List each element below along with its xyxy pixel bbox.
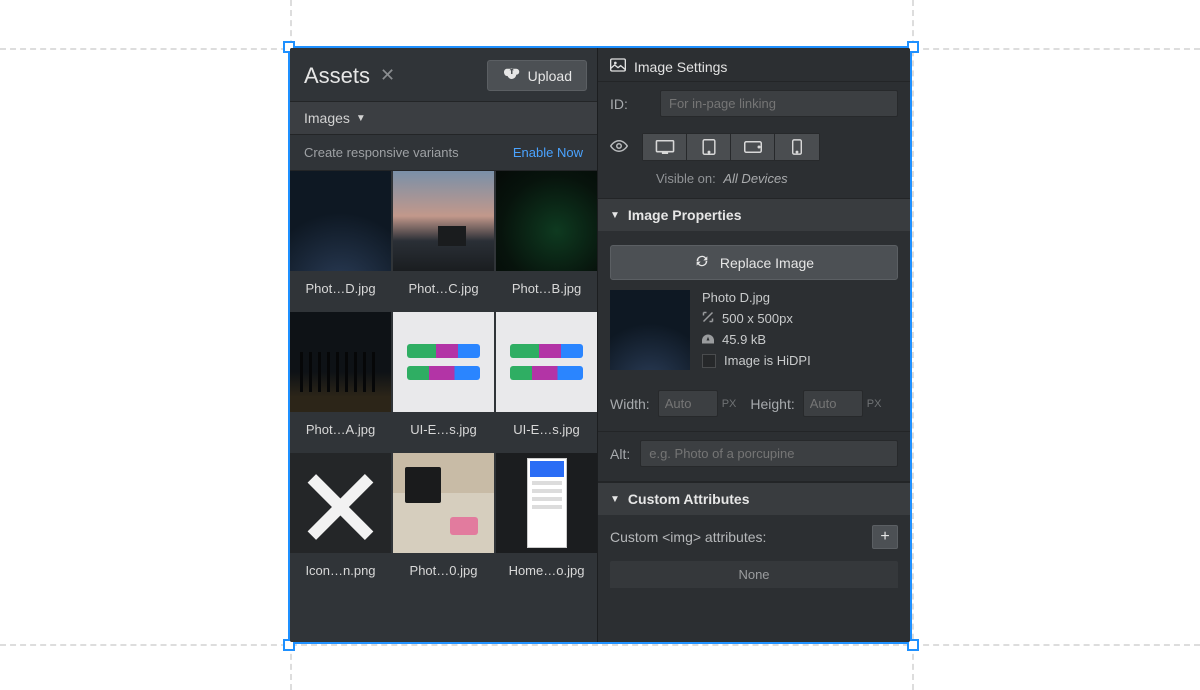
asset-thumbnail: [290, 171, 391, 271]
replace-image-button[interactable]: Replace Image: [610, 245, 898, 280]
chevron-down-icon: ▼: [610, 494, 620, 505]
asset-filename: Phot…C.jpg: [408, 271, 478, 310]
hidpi-checkbox[interactable]: [702, 354, 716, 368]
width-input[interactable]: [658, 390, 718, 417]
device-tablet-button[interactable]: [687, 134, 731, 160]
hidpi-label: Image is HiDPI: [724, 353, 811, 368]
asset-item[interactable]: UI-E…s.jpg: [393, 312, 494, 451]
asset-filename: Phot…0.jpg: [410, 553, 478, 592]
refresh-icon: [694, 254, 710, 271]
custom-attributes-header[interactable]: ▼ Custom Attributes: [598, 482, 910, 515]
asset-item[interactable]: Home…o.jpg: [496, 453, 597, 592]
asset-item[interactable]: Phot…A.jpg: [290, 312, 391, 451]
asset-filename: UI-E…s.jpg: [410, 412, 476, 451]
asset-item[interactable]: Phot…C.jpg: [393, 171, 494, 310]
width-label: Width:: [610, 396, 650, 412]
alt-row: Alt:: [598, 432, 910, 482]
id-label: ID:: [610, 96, 650, 112]
chevron-down-icon: ▼: [356, 113, 366, 124]
editor-panel: Assets ✕ Upload Images ▼ Create responsi…: [290, 48, 910, 642]
asset-thumbnail: [496, 312, 597, 412]
filesize-icon: [702, 332, 714, 347]
custom-attrs-empty: None: [610, 561, 898, 588]
section-title: Image Properties: [628, 207, 742, 223]
image-meta: Photo D.jpg 500 x 500px 45.9 kB Image is…: [598, 290, 910, 380]
guide-bottom: [0, 644, 1200, 646]
custom-attrs-label: Custom <img> attributes:: [610, 529, 766, 545]
meta-text: Photo D.jpg 500 x 500px 45.9 kB Image is…: [702, 290, 811, 370]
asset-thumbnail: [393, 312, 494, 412]
image-properties-header[interactable]: ▼ Image Properties: [598, 198, 910, 231]
meta-filesize: 45.9 kB: [722, 332, 766, 347]
asset-thumbnail: [496, 453, 597, 553]
asset-thumbnail: [290, 453, 391, 553]
assets-grid: Phot…D.jpg Phot…C.jpg Phot…B.jpg Phot…A.…: [290, 171, 597, 592]
settings-header: Image Settings: [598, 48, 910, 82]
height-label: Height:: [750, 396, 794, 412]
asset-item[interactable]: Phot…0.jpg: [393, 453, 494, 592]
asset-item[interactable]: UI-E…s.jpg: [496, 312, 597, 451]
settings-panel: Image Settings ID:: [598, 48, 910, 642]
filter-label: Images: [304, 110, 350, 126]
asset-item[interactable]: Phot…D.jpg: [290, 171, 391, 310]
section-title: Custom Attributes: [628, 491, 750, 507]
asset-item[interactable]: Icon…n.png: [290, 453, 391, 592]
id-row: ID:: [598, 82, 910, 125]
guide-right: [912, 0, 914, 690]
asset-thumbnail: [290, 312, 391, 412]
asset-thumbnail: [496, 171, 597, 271]
device-tablet-landscape-button[interactable]: [731, 134, 775, 160]
device-phone-button[interactable]: [775, 134, 819, 160]
upload-label: Upload: [528, 68, 572, 84]
meta-filename: Photo D.jpg: [702, 290, 811, 305]
alt-input[interactable]: [640, 440, 898, 467]
id-input[interactable]: [660, 90, 898, 117]
upload-button[interactable]: Upload: [487, 60, 587, 91]
settings-title: Image Settings: [634, 59, 727, 75]
asset-filename: Phot…D.jpg: [305, 271, 375, 310]
asset-filename: Phot…B.jpg: [512, 271, 581, 310]
asset-item[interactable]: Phot…B.jpg: [496, 171, 597, 310]
asset-filename: Icon…n.png: [305, 553, 375, 592]
device-desktop-button[interactable]: [643, 134, 687, 160]
asset-filter-dropdown[interactable]: Images ▼: [290, 101, 597, 135]
visible-value: All Devices: [723, 171, 787, 186]
assets-title: Assets: [304, 63, 370, 89]
cloud-upload-icon: [502, 67, 520, 84]
chevron-down-icon: ▼: [610, 210, 620, 221]
close-icon[interactable]: ✕: [380, 65, 395, 86]
meta-dimensions: 500 x 500px: [722, 311, 793, 326]
responsive-variants-row: Create responsive variants Enable Now: [290, 135, 597, 171]
width-unit: PX: [722, 398, 737, 410]
asset-thumbnail: [393, 453, 494, 553]
eye-icon: [610, 140, 628, 155]
image-settings-icon: [610, 58, 626, 75]
assets-panel: Assets ✕ Upload Images ▼ Create responsi…: [290, 48, 598, 642]
meta-thumbnail: [610, 290, 690, 370]
dimensions-icon: [702, 311, 714, 326]
visibility-row: [598, 125, 910, 169]
height-input[interactable]: [803, 390, 863, 417]
asset-filename: Phot…A.jpg: [306, 412, 375, 451]
device-visibility-toggle: [642, 133, 820, 161]
asset-filename: Home…o.jpg: [509, 553, 585, 592]
custom-attrs-row: Custom <img> attributes: +: [598, 515, 910, 555]
add-attribute-button[interactable]: +: [872, 525, 898, 549]
asset-filename: UI-E…s.jpg: [513, 412, 579, 451]
variants-text: Create responsive variants: [304, 145, 459, 160]
visible-label: Visible on:: [656, 171, 716, 186]
replace-label: Replace Image: [720, 255, 814, 271]
height-unit: PX: [867, 398, 882, 410]
dimensions-row: Width: PX Height: PX: [598, 380, 910, 432]
alt-label: Alt:: [610, 446, 630, 462]
assets-header: Assets ✕ Upload: [290, 48, 597, 101]
enable-now-link[interactable]: Enable Now: [513, 145, 583, 160]
asset-thumbnail: [393, 171, 494, 271]
visible-on-row: Visible on: All Devices: [598, 169, 910, 198]
